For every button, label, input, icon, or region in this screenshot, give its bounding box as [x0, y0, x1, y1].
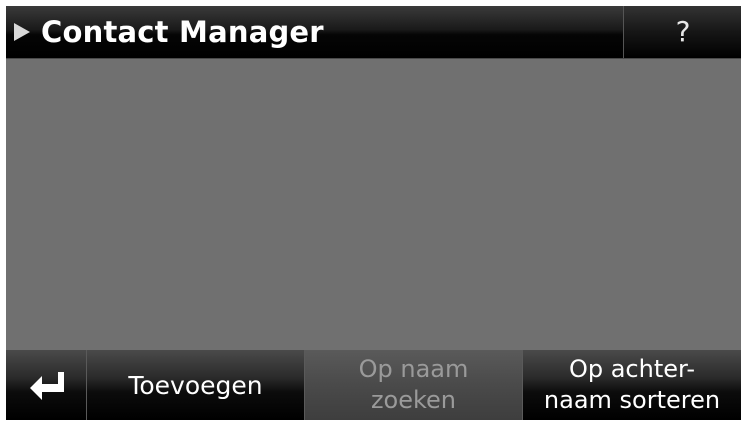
- title-bar: Contact Manager ?: [6, 6, 741, 59]
- return-arrow-icon: [30, 372, 64, 400]
- sort-by-surname-button[interactable]: Op achter- naam sorteren: [522, 350, 741, 420]
- sort-by-surname-label: Op achter- naam sorteren: [523, 354, 741, 416]
- sort-label-line1: Op achter-: [568, 355, 696, 383]
- contact-manager-screen: Contact Manager ? Toevoegen Op naam zoek…: [6, 6, 741, 420]
- page-title: Contact Manager: [41, 15, 324, 49]
- contact-list-area: [6, 59, 741, 350]
- search-label-line2: zoeken: [370, 386, 457, 414]
- help-icon: ?: [675, 15, 691, 48]
- help-button[interactable]: ?: [623, 6, 741, 58]
- search-label-line1: Op naam: [358, 355, 469, 383]
- sort-label-line2: naam sorteren: [543, 386, 721, 414]
- search-by-name-button[interactable]: Op naam zoeken: [304, 350, 522, 420]
- add-contact-button[interactable]: Toevoegen: [86, 350, 304, 420]
- add-contact-label: Toevoegen: [128, 371, 263, 400]
- play-arrow-icon: [14, 23, 30, 41]
- back-button[interactable]: [6, 350, 86, 420]
- bottom-toolbar: Toevoegen Op naam zoeken Op achter- naam…: [6, 350, 741, 420]
- search-by-name-label: Op naam zoeken: [305, 354, 522, 416]
